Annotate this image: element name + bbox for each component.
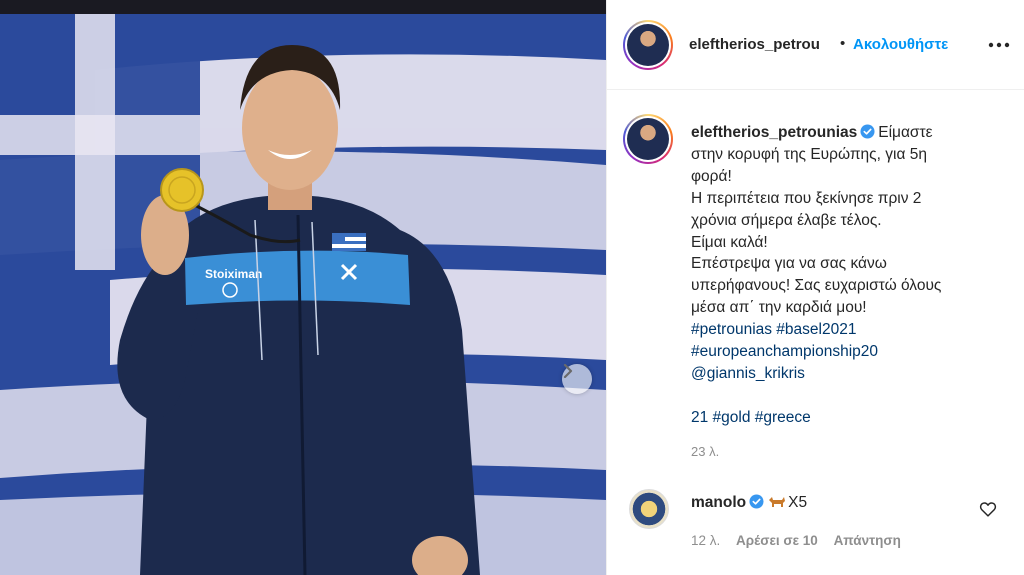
caption-line: υπερήφανους! Σας ευχαριστώ όλους — [691, 277, 942, 295]
more-options-icon[interactable] — [987, 36, 1011, 54]
caption-line: Επέστρεψα για να σας κάνω — [691, 255, 887, 273]
caption-line: Η περιπέτεια που ξεκίνησε πριν 2 — [691, 189, 922, 207]
comment-text: manolo X5 — [691, 494, 807, 512]
follow-button[interactable]: Ακολουθήστε — [853, 36, 948, 53]
caption-hashtags[interactable]: 21 #gold #greece — [691, 407, 991, 429]
caption-line: Είμαστε — [878, 124, 933, 141]
caption-line: χρόνια σήμερα έλαβε τέλος. — [691, 211, 882, 229]
author-avatar[interactable] — [623, 20, 673, 70]
post-caption: eleftherios_petrounias Είμαστε στην κορυφ… — [691, 122, 991, 429]
caption-line: φορά! — [691, 167, 732, 185]
caption-hashtags[interactable]: #petrounias #basel2021 — [691, 319, 991, 341]
comment-likes[interactable]: Αρέσει σε 10 — [736, 533, 818, 548]
commenter-username[interactable]: manolo — [691, 494, 746, 511]
next-photo-button[interactable] — [562, 364, 592, 394]
caption-hashtags[interactable]: #europeanchampionship20 — [691, 341, 991, 363]
author-username[interactable]: eleftherios_petrou — [689, 36, 820, 53]
post-header: eleftherios_petrou • Ακολουθήστε — [607, 0, 1024, 90]
heart-outline-icon[interactable] — [979, 501, 997, 517]
verified-badge-icon — [860, 124, 875, 139]
caption-line: Είμαι καλά! — [691, 233, 768, 251]
caption-username[interactable]: eleftherios_petrounias — [691, 124, 857, 141]
jacket-brand: Stoiximan — [205, 267, 262, 281]
post-side-panel: eleftherios_petrou • Ακολουθήστε elefthe… — [606, 0, 1024, 575]
chevron-right-icon — [563, 364, 573, 378]
verified-badge-icon — [749, 494, 764, 509]
post-photo[interactable]: Stoiximan — [0, 0, 606, 575]
caption-line: μέσα απ΄ την καρδιά μου! — [691, 299, 867, 317]
comment-meta: 12 λ. Αρέσει σε 10 Απάντηση — [691, 533, 913, 548]
caption-timestamp[interactable]: 23 λ. — [691, 444, 719, 459]
caption-mention[interactable]: @giannis_krikris — [691, 363, 991, 385]
dog-emoji-icon — [769, 497, 786, 507]
caption-line: στην κορυφή της Ευρώπης, για 5η — [691, 145, 927, 163]
photo-illustration: Stoiximan — [0, 0, 606, 575]
caption-avatar[interactable] — [623, 114, 673, 164]
header-separator: • — [840, 35, 846, 52]
reply-button[interactable]: Απάντηση — [834, 533, 901, 548]
comment-timestamp[interactable]: 12 λ. — [691, 533, 720, 548]
commenter-avatar[interactable] — [629, 489, 669, 529]
comment-body: X5 — [788, 494, 808, 511]
